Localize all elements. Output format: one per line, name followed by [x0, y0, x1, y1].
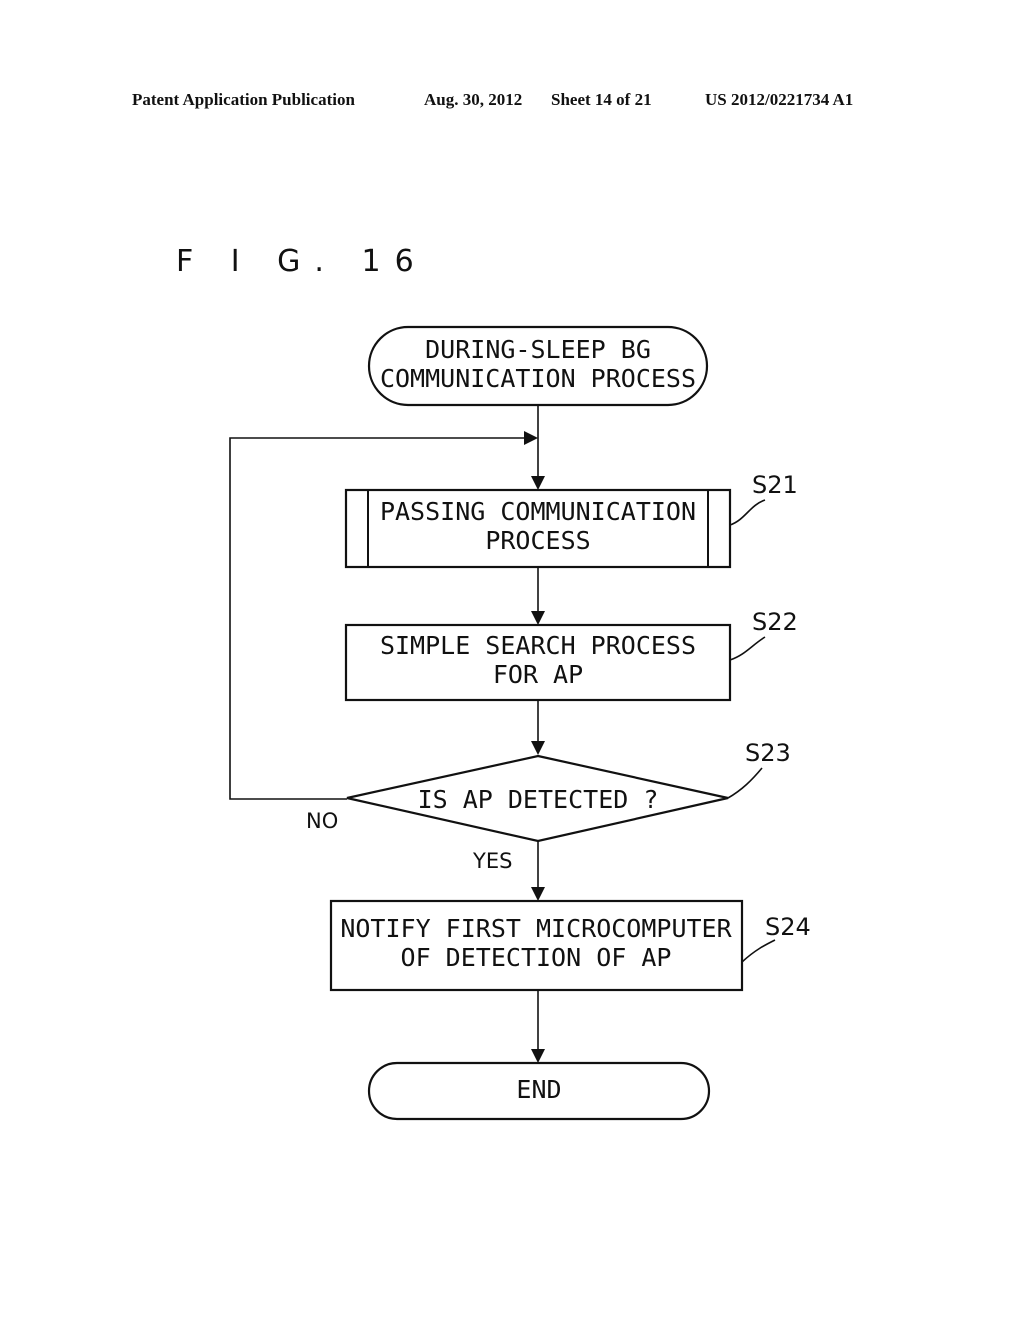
start-label-line1: DURING-SLEEP BG	[425, 335, 651, 364]
s21-label-line1: PASSING COMMUNICATION	[380, 497, 696, 526]
s24-label-line2: OF DETECTION OF AP	[401, 943, 672, 972]
start-label-line2: COMMUNICATION PROCESS	[380, 364, 696, 393]
s21-leader-line	[729, 499, 766, 526]
step-id-s21: S21	[752, 471, 798, 499]
no-branch-label: NO	[306, 809, 338, 833]
arrowhead-end	[531, 1049, 545, 1063]
s23-label: IS AP DETECTED ?	[418, 785, 659, 814]
s23-leader-line	[727, 767, 763, 799]
s24-label-line1: NOTIFY FIRST MICROCOMPUTER	[340, 914, 732, 943]
arrowhead-s24	[531, 887, 545, 901]
end-label: END	[516, 1075, 561, 1104]
s21-label-line2: PROCESS	[485, 526, 590, 555]
flowchart: DURING-SLEEP BG COMMUNICATION PROCESS PA…	[229, 325, 811, 1121]
step-id-s23: S23	[745, 739, 791, 767]
s22-label-line1: SIMPLE SEARCH PROCESS	[380, 631, 696, 660]
arrowhead-loop	[524, 431, 538, 445]
s22-label-line2: FOR AP	[493, 660, 583, 689]
step-id-s24: S24	[765, 913, 811, 941]
arrowhead-s23	[531, 741, 545, 755]
step-id-s22: S22	[752, 608, 798, 636]
yes-branch-label: YES	[472, 849, 512, 873]
arrowhead-s22	[531, 611, 545, 625]
s24-leader-line	[741, 939, 776, 963]
arrowhead-s21	[531, 476, 545, 490]
s22-leader-line	[729, 636, 766, 661]
